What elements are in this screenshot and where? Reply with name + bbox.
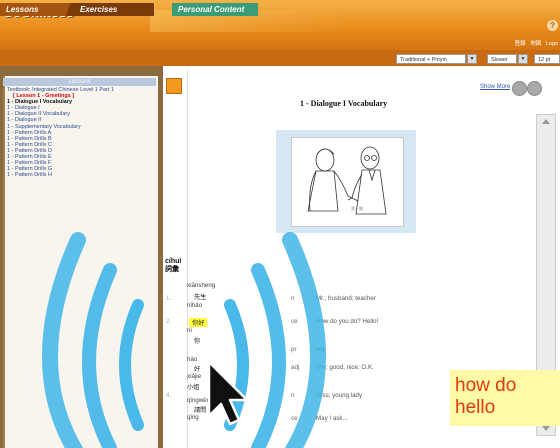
- lesson-list: Textbook: Integrated Chinese Level 1 Par…: [7, 87, 155, 178]
- stop-icon[interactable]: [527, 81, 542, 96]
- image-caption: 第一課: [351, 206, 363, 211]
- tab-exercises[interactable]: Exercises: [74, 3, 154, 16]
- speed-select-value: Slower: [491, 57, 508, 63]
- header-links: 登録 地図 Logo: [512, 39, 558, 47]
- lesson-item[interactable]: 1 - Pattern Drills H: [7, 172, 155, 178]
- greeting-illustration: [291, 137, 404, 227]
- chevron-down-icon[interactable]: ▼: [467, 54, 477, 64]
- sound-wave-icon: [42, 232, 326, 448]
- font-size-value: 12 pt: [538, 57, 551, 63]
- tab-personal-content[interactable]: Personal Content: [172, 3, 258, 16]
- scroll-down-icon[interactable]: [542, 426, 550, 431]
- header-link-2[interactable]: 地図: [530, 41, 541, 47]
- tab-lessons[interactable]: Lessons: [0, 3, 70, 16]
- page-title: 1 - Dialogue I Vocabulary: [300, 99, 388, 108]
- show-more-link[interactable]: Show More: [480, 84, 510, 90]
- scroll-up-icon[interactable]: [542, 119, 550, 124]
- header-link-3[interactable]: Logo: [546, 41, 558, 47]
- play-icon[interactable]: [512, 81, 527, 96]
- speed-select[interactable]: Slower ▼: [487, 54, 528, 64]
- help-icon[interactable]: ?: [547, 20, 558, 31]
- bookmark-icon[interactable]: [166, 78, 182, 94]
- mouse-cursor-icon: [207, 360, 249, 426]
- script-select[interactable]: Traditional + Pinyin ▼: [396, 54, 477, 64]
- header-link-1[interactable]: 登録: [515, 41, 526, 47]
- lessons-panel-title: Lessons: [3, 78, 156, 86]
- script-select-value: Traditional + Pinyin: [400, 57, 447, 63]
- font-size-select[interactable]: 12 pt: [534, 54, 560, 64]
- translation-popup-text: how do hello: [455, 375, 517, 418]
- handshake-illustration: [307, 146, 387, 215]
- chevron-down-icon[interactable]: ▼: [518, 54, 528, 64]
